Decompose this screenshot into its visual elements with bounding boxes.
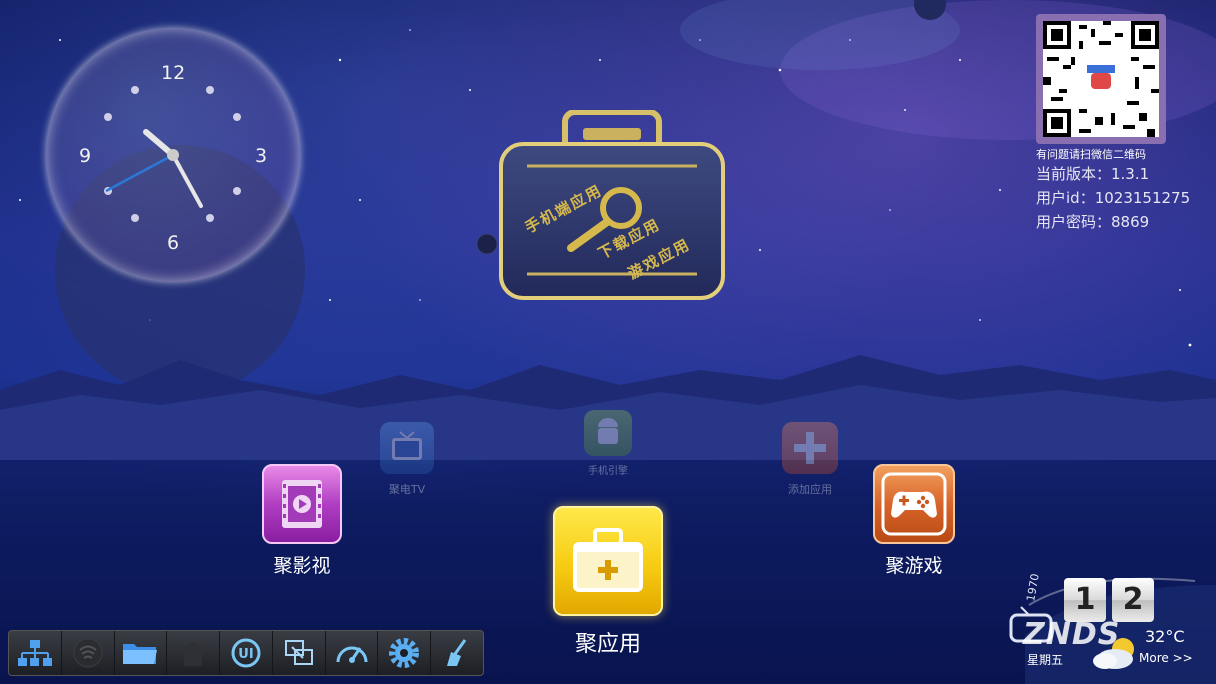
screen-mirror-icon — [284, 640, 313, 665]
app-tile-tv[interactable] — [380, 422, 434, 474]
svg-text:UI: UI — [238, 647, 253, 662]
app-tile-games[interactable] — [873, 464, 955, 544]
app-tile-apps[interactable] — [553, 506, 663, 616]
speed-test-icon — [336, 646, 368, 663]
app-tile-phone-engine[interactable] — [584, 410, 632, 456]
tv-icon — [392, 431, 422, 460]
app-label-video: 聚影视 — [273, 555, 331, 577]
date-digit-1: 1 — [1064, 578, 1106, 622]
gamepad-icon — [881, 472, 947, 536]
analog-clock: 12 3 6 9 — [46, 28, 300, 282]
speed-test-button[interactable] — [326, 631, 379, 675]
app-label-tv: 聚电TV — [388, 483, 426, 496]
version-text: 当前版本：1.3.1 — [1036, 165, 1150, 183]
app-tile-add-app[interactable] — [782, 422, 838, 474]
temperature-text: 32°C — [1145, 627, 1185, 646]
qr-code-icon — [1043, 21, 1159, 137]
add-icon — [794, 432, 826, 464]
app-label-apps: 聚应用 — [574, 632, 641, 657]
home-button[interactable] — [167, 631, 221, 675]
ui-icon: UI — [231, 638, 261, 668]
wechat-qr-code — [1036, 14, 1166, 144]
file-manager-button[interactable] — [115, 631, 168, 675]
settings-icon — [389, 638, 420, 668]
cleaner-icon — [447, 639, 467, 666]
app-tile-video[interactable] — [262, 464, 342, 544]
folder-icon — [123, 644, 158, 664]
bottom-toolbar: UI — [8, 630, 484, 676]
ui-button[interactable]: UI — [220, 631, 273, 675]
weekday-text: 星期五 — [1027, 653, 1064, 667]
network-button[interactable] — [9, 631, 62, 675]
user-password-text: 用户密码：8869 — [1036, 213, 1150, 231]
clock-hands — [105, 129, 203, 208]
network-icon — [17, 640, 52, 666]
user-id-text: 用户id：1023151275 — [1036, 189, 1191, 207]
screen-mirror-button[interactable] — [273, 631, 326, 675]
wireless-icon — [73, 638, 103, 668]
toolbox-icon — [573, 528, 643, 592]
film-icon — [282, 480, 322, 528]
cleaner-button[interactable] — [431, 631, 483, 675]
weather-widget[interactable]: 1970 星期五 ZNDS 32°C More >> — [1005, 573, 1216, 684]
android-icon — [598, 418, 618, 444]
partly-cloudy-icon — [1093, 638, 1134, 669]
wireless-button[interactable] — [62, 631, 115, 675]
app-label-add-app: 添加应用 — [788, 483, 832, 496]
settings-button[interactable] — [378, 631, 432, 675]
app-label-phone-engine: 手机引擎 — [588, 466, 628, 477]
home-icon — [179, 641, 208, 666]
date-digit-2: 2 — [1112, 578, 1154, 622]
app-label-games: 聚游戏 — [885, 555, 943, 577]
featured-app-store-banner[interactable]: 手机端应用 下载应用 游戏应用 — [497, 109, 727, 300]
qr-caption: 有问题请扫微信二维码 — [1036, 148, 1146, 161]
more-link[interactable]: More >> — [1139, 651, 1193, 665]
